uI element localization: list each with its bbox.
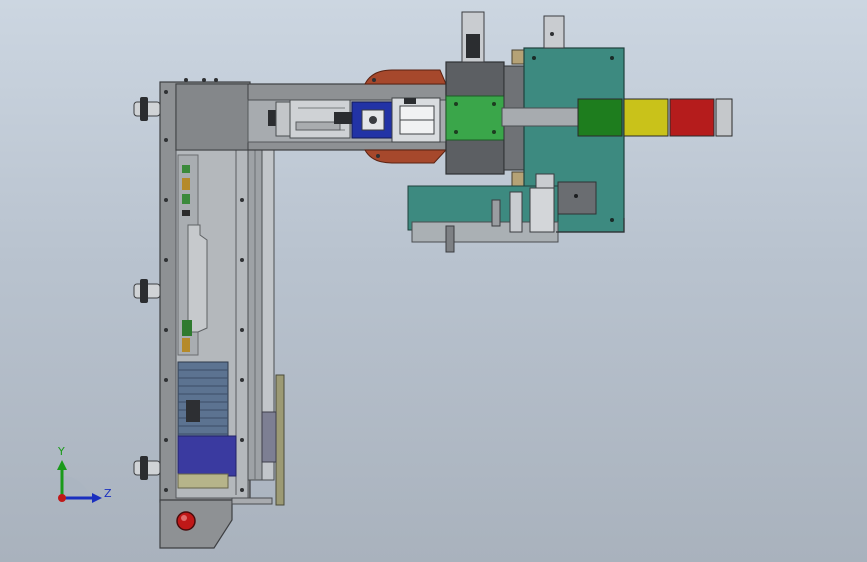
z-axis-label: Z xyxy=(104,487,112,500)
joint-housing[interactable] xyxy=(445,11,529,187)
heat-sink xyxy=(177,361,237,489)
servo-motor[interactable] xyxy=(268,97,441,143)
signal-tower[interactable] xyxy=(577,98,733,137)
leveling-feet xyxy=(133,97,161,480)
y-axis-label: Y xyxy=(57,445,65,458)
tower-end-cap xyxy=(715,98,733,137)
foot-bottom xyxy=(133,456,161,480)
foot-top xyxy=(133,97,161,121)
estop-button[interactable] xyxy=(176,511,196,531)
coordinate-triad: Y Z xyxy=(57,445,112,503)
assembly-drawing: Y Z xyxy=(57,11,733,549)
cad-viewport[interactable]: Y Z xyxy=(0,0,867,562)
green-lamp xyxy=(577,98,623,137)
x-axis-dot xyxy=(58,494,66,502)
red-lamp xyxy=(669,98,715,137)
shaft xyxy=(501,107,581,127)
foot-middle xyxy=(133,279,161,303)
yellow-lamp xyxy=(623,98,669,137)
